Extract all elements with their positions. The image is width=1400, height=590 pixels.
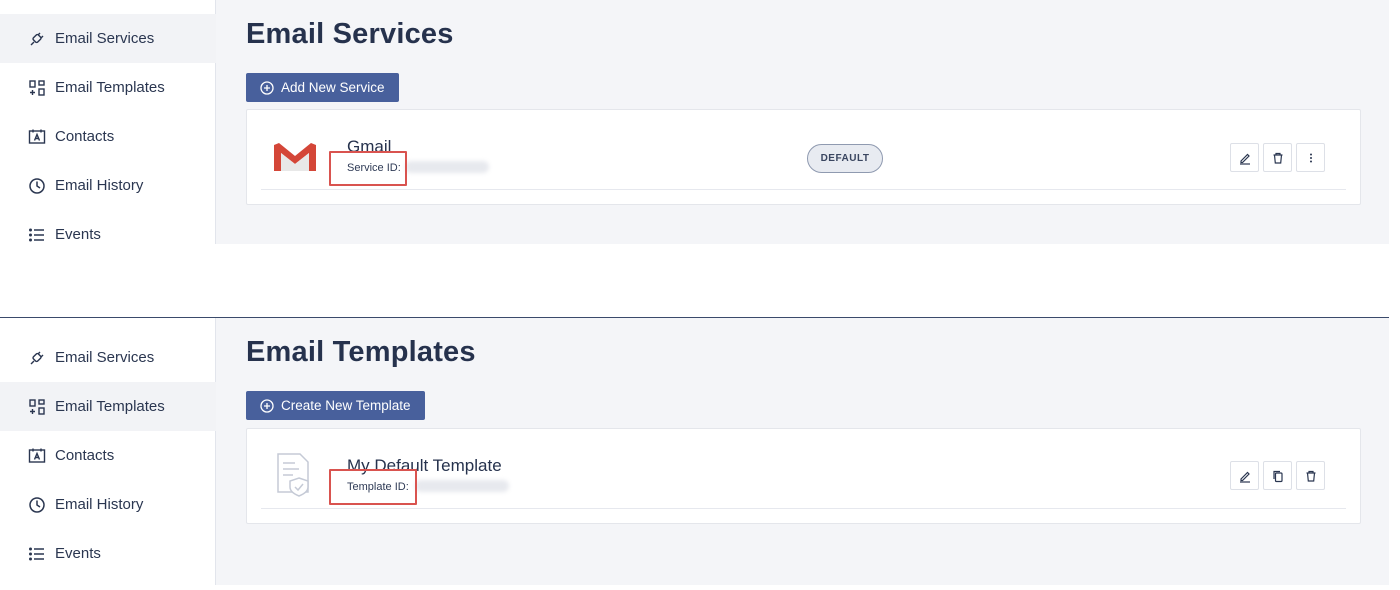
- template-card[interactable]: My Default Template Template ID:: [246, 428, 1361, 524]
- service-id-value-blurred: [405, 161, 489, 173]
- page-title: Email Templates: [246, 336, 476, 368]
- history-icon: [28, 177, 46, 195]
- edit-icon: [1239, 153, 1250, 165]
- sidebar-item-events[interactable]: Events: [0, 529, 216, 578]
- edit-icon: [1239, 471, 1250, 483]
- sidebar: Email Services Email Templates Contacts …: [0, 0, 216, 244]
- sidebar-item-label: Email History: [55, 496, 144, 513]
- sidebar-item-label: Contacts: [55, 447, 115, 464]
- list-icon: [28, 226, 46, 244]
- sidebar-item-contacts[interactable]: Contacts: [0, 112, 216, 161]
- contacts-icon: [28, 128, 46, 146]
- template-id-value-blurred: [415, 480, 509, 492]
- button-label: Create New Template: [281, 398, 411, 413]
- add-new-service-button[interactable]: Add New Service: [246, 73, 399, 102]
- sidebar-item-email-services[interactable]: Email Services: [0, 14, 216, 63]
- edit-button[interactable]: [1230, 461, 1259, 490]
- sidebar-item-events[interactable]: Events: [0, 210, 216, 259]
- template-document-icon: [275, 451, 315, 497]
- button-label: Add New Service: [281, 80, 385, 95]
- delete-button[interactable]: [1296, 461, 1325, 490]
- plus-circle-icon: [260, 80, 274, 95]
- copy-button[interactable]: [1263, 461, 1292, 490]
- list-icon: [28, 545, 46, 563]
- delete-button[interactable]: [1263, 143, 1292, 172]
- highlight-box: [329, 469, 417, 505]
- more-options-button[interactable]: [1296, 143, 1325, 172]
- sidebar-item-label: Email History: [55, 177, 144, 194]
- sidebar-item-contacts[interactable]: Contacts: [0, 431, 216, 480]
- plug-icon: [28, 349, 46, 367]
- more-vertical-icon: [1309, 153, 1312, 162]
- sidebar-item-label: Email Services: [55, 349, 155, 366]
- card-divider: [261, 189, 1346, 190]
- sidebar-item-label: Contacts: [55, 128, 115, 145]
- templates-icon: [28, 79, 46, 97]
- history-icon: [28, 496, 46, 514]
- trash-icon: [1306, 470, 1315, 482]
- email-services-screen: Email Services Email Templates Contacts …: [0, 0, 1389, 244]
- edit-button[interactable]: [1230, 143, 1259, 172]
- sidebar-item-email-history[interactable]: Email History: [0, 480, 216, 529]
- sidebar-item-label: Events: [55, 545, 101, 562]
- sidebar-item-email-history[interactable]: Email History: [0, 161, 216, 210]
- highlight-box: [329, 151, 407, 186]
- sidebar-item-label: Email Templates: [55, 398, 165, 415]
- sidebar-item-label: Email Services: [55, 30, 155, 47]
- sidebar: Email Services Email Templates Contacts …: [0, 318, 216, 585]
- sidebar-item-label: Email Templates: [55, 79, 165, 96]
- create-new-template-button[interactable]: Create New Template: [246, 391, 425, 420]
- sidebar-item-email-services[interactable]: Email Services: [0, 333, 216, 382]
- trash-icon: [1273, 152, 1282, 164]
- copy-icon: [1272, 470, 1283, 482]
- default-badge: DEFAULT: [807, 144, 883, 173]
- sidebar-item-label: Events: [55, 226, 101, 243]
- contacts-icon: [28, 447, 46, 465]
- service-card[interactable]: Gmail Service ID: DEFAULT: [246, 109, 1361, 205]
- gmail-logo-icon: [271, 137, 319, 177]
- plus-circle-icon: [260, 398, 274, 413]
- card-divider: [261, 508, 1346, 509]
- plug-icon: [28, 30, 46, 48]
- sidebar-item-email-templates[interactable]: Email Templates: [0, 382, 216, 431]
- templates-icon: [28, 398, 46, 416]
- page-title: Email Services: [246, 18, 454, 50]
- email-templates-screen: Email Services Email Templates Contacts …: [0, 317, 1389, 585]
- sidebar-item-email-templates[interactable]: Email Templates: [0, 63, 216, 112]
